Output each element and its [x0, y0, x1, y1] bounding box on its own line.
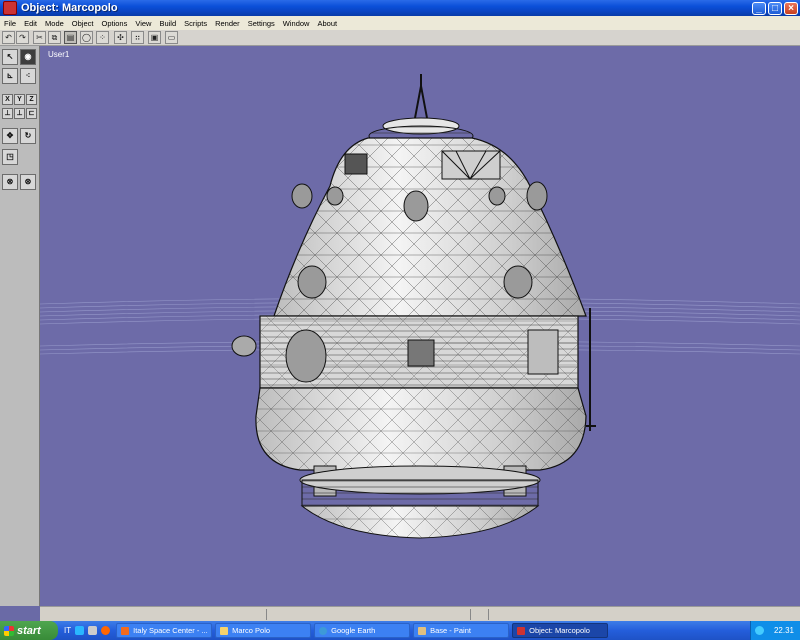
task-marco-polo[interactable]: Marco Polo [215, 623, 312, 638]
quick-launch: IT [58, 626, 116, 635]
axis-z-toggle[interactable]: Z [26, 94, 37, 105]
clock: 22.31 [773, 626, 794, 635]
menu-render[interactable]: Render [211, 19, 244, 28]
hatch-panel [407, 339, 435, 367]
browser-icon [121, 626, 130, 635]
scale-tool-icon[interactable]: ◳ [2, 149, 18, 165]
task-label: Object: Marcopolo [529, 626, 590, 635]
menu-edit[interactable]: Edit [20, 19, 41, 28]
language-indicator[interactable]: IT [64, 626, 71, 635]
task-object-marcopolo[interactable]: Object: Marcopolo [512, 623, 609, 638]
task-label: Base - Paint [430, 626, 471, 635]
desktop-icon[interactable] [88, 626, 98, 635]
app-icon [517, 626, 526, 635]
undo-icon[interactable]: ↶ [2, 31, 15, 44]
paint-icon [418, 626, 427, 635]
toolbar: ↶ ↷ ✂ ⧉ ▤ ◯ ⁘ ✣ ⠶ ▣ ▭ [0, 30, 800, 46]
move-tool-icon[interactable]: ✥ [2, 128, 18, 144]
capsule-wireframe-model[interactable] [40, 46, 800, 606]
task-base-paint[interactable]: Base - Paint [413, 623, 510, 638]
window-titlebar: Object: Marcopolo _ □ × [0, 0, 800, 16]
task-label: Google Earth [331, 626, 376, 635]
folder-icon [220, 626, 229, 635]
render-icon[interactable]: ▣ [148, 31, 161, 44]
antenna-top [414, 74, 428, 119]
firefox-icon[interactable] [101, 626, 111, 635]
menu-settings[interactable]: Settings [244, 19, 279, 28]
side-thruster [231, 335, 257, 357]
lock-icon[interactable]: ⊥ [14, 108, 25, 119]
viewport-label: User1 [48, 50, 70, 59]
axis-y-toggle[interactable]: Y [14, 94, 25, 105]
side-antenna [586, 308, 596, 431]
taskbar: start IT Italy Space Center - ... Marco … [0, 621, 800, 640]
axis-tool-icon[interactable]: ⊾ [2, 68, 18, 84]
close-button[interactable]: × [784, 1, 798, 15]
ie-icon[interactable] [75, 626, 85, 635]
horizontal-scrollbar[interactable] [40, 606, 800, 622]
windows-logo-icon [4, 625, 14, 636]
rotate-tool-icon[interactable]: ↻ [20, 128, 36, 144]
task-label: Italy Space Center - ... [133, 626, 208, 635]
start-label: start [17, 624, 41, 637]
faces-mode-icon[interactable]: ⠶ [131, 31, 144, 44]
menu-scripts[interactable]: Scripts [180, 19, 211, 28]
snap-icon[interactable]: ⊥ [2, 108, 13, 119]
menu-object[interactable]: Object [68, 19, 98, 28]
task-italy-space-center[interactable]: Italy Space Center - ... [116, 623, 213, 638]
cut-icon[interactable]: ✂ [33, 31, 46, 44]
menu-bar: File Edit Mode Object Options View Build… [0, 16, 800, 31]
grid-icon[interactable]: ⊏ [26, 108, 37, 119]
brush-tool-icon[interactable]: ⊛ [20, 174, 36, 190]
points-tool-icon[interactable]: ⁖ [20, 68, 36, 84]
task-google-earth[interactable]: Google Earth [314, 623, 411, 638]
menu-file[interactable]: File [0, 19, 20, 28]
tray-icon[interactable] [755, 626, 764, 635]
3d-viewport[interactable]: User1 [40, 46, 800, 606]
select-tool-icon[interactable]: ↖ [2, 49, 18, 65]
system-tray: 22.31 [750, 621, 800, 640]
axis-x-toggle[interactable]: X [2, 94, 13, 105]
menu-window[interactable]: Window [279, 19, 314, 28]
object-mode-icon[interactable]: ◯ [80, 31, 93, 44]
window-title: Object: Marcopolo [21, 2, 118, 14]
minimize-button[interactable]: _ [752, 1, 766, 15]
settings-icon[interactable]: ▭ [165, 31, 178, 44]
porthole [285, 329, 327, 383]
magnet-tool-icon[interactable]: ⊗ [2, 174, 18, 190]
start-button[interactable]: start [0, 621, 58, 640]
points-mode-icon[interactable]: ⁘ [96, 31, 109, 44]
task-label: Marco Polo [232, 626, 271, 635]
paste-icon[interactable]: ▤ [64, 31, 77, 44]
menu-view[interactable]: View [131, 19, 155, 28]
redo-icon[interactable]: ↷ [16, 31, 29, 44]
menu-mode[interactable]: Mode [41, 19, 68, 28]
app-icon[interactable] [3, 1, 17, 15]
eye-icon[interactable]: ◉ [20, 49, 36, 65]
menu-about[interactable]: About [313, 19, 341, 28]
edges-mode-icon[interactable]: ✣ [114, 31, 127, 44]
tool-sidebar: ↖ ◉ ⊾ ⁖ X Y Z ⊥ ⊥ ⊏ ✥ ↻ ◳ ⊗ ⊛ [0, 46, 40, 606]
menu-options[interactable]: Options [97, 19, 131, 28]
globe-icon [319, 626, 328, 635]
window-panel [441, 150, 501, 180]
maximize-button[interactable]: □ [768, 1, 782, 15]
copy-icon[interactable]: ⧉ [48, 31, 61, 44]
menu-build[interactable]: Build [155, 19, 180, 28]
